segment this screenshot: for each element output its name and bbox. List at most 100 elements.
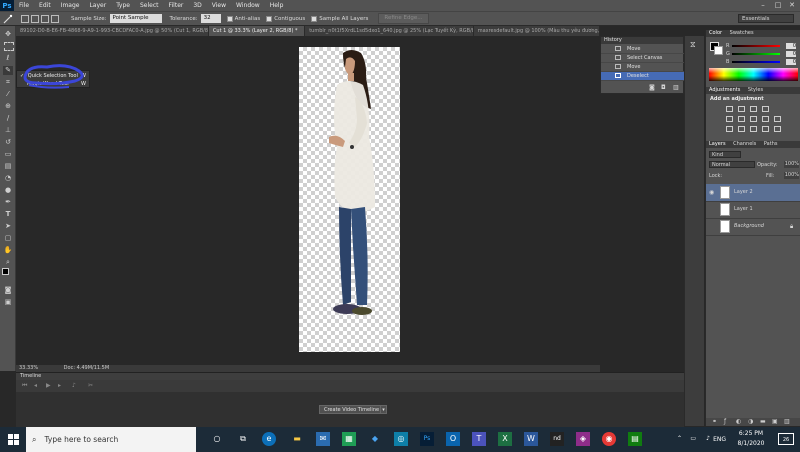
split-icon[interactable]: ✂ bbox=[88, 382, 93, 389]
history-item[interactable]: Move bbox=[601, 45, 685, 54]
green-app-icon[interactable]: ▤ bbox=[628, 432, 642, 446]
history-item-selected[interactable]: Deselect bbox=[601, 72, 685, 81]
layer-name[interactable]: Layer 2 bbox=[734, 184, 753, 201]
black-white-adjustment-icon[interactable] bbox=[762, 116, 769, 122]
folder-icon[interactable]: ▬ bbox=[760, 418, 766, 425]
nd-app-icon[interactable]: nd bbox=[550, 432, 564, 446]
tab-swatches[interactable]: Swatches bbox=[730, 30, 754, 36]
green-value[interactable]: 0 bbox=[786, 51, 796, 57]
color-spectrum-ramp[interactable] bbox=[709, 68, 798, 81]
next-frame-icon[interactable]: ▸ bbox=[58, 382, 61, 389]
word-icon[interactable]: W bbox=[524, 432, 538, 446]
taskbar-search-box[interactable]: ⌕ Type here to search bbox=[26, 427, 196, 452]
levels-adjustment-icon[interactable] bbox=[738, 106, 745, 112]
file-explorer-icon[interactable]: ▬ bbox=[290, 432, 304, 446]
camera-icon[interactable]: ◘ bbox=[661, 84, 666, 91]
history-title[interactable]: History bbox=[601, 37, 683, 44]
workspace-select[interactable]: Essentials bbox=[738, 14, 794, 23]
layer-row[interactable]: Layer 1 bbox=[706, 201, 800, 219]
snipping-app-icon[interactable]: ◎ bbox=[394, 432, 408, 446]
curves-adjustment-icon[interactable] bbox=[750, 106, 757, 112]
vibrance-adjustment-icon[interactable] bbox=[726, 116, 733, 122]
blur-tool-icon[interactable]: ◔ bbox=[3, 174, 13, 183]
mail-app-icon[interactable]: ✉ bbox=[316, 432, 330, 446]
layer-name[interactable]: Background bbox=[734, 218, 764, 235]
menu-3d[interactable]: 3D bbox=[188, 2, 206, 9]
layer-filter-select[interactable]: Kind bbox=[709, 151, 741, 158]
history-item[interactable]: Select Canvas bbox=[601, 54, 685, 63]
marquee-tool-icon[interactable] bbox=[4, 42, 14, 51]
notification-badge[interactable]: 26 bbox=[778, 433, 794, 445]
eyedropper-tool-icon[interactable]: ⁄ bbox=[3, 90, 13, 99]
sample-size-select[interactable]: Point Sample bbox=[109, 14, 162, 23]
hue-saturation-adjustment-icon[interactable] bbox=[738, 116, 745, 122]
tolerance-input[interactable]: 32 bbox=[200, 14, 221, 23]
tab-color[interactable]: Color bbox=[709, 30, 722, 36]
refine-edge-button[interactable]: Refine Edge... bbox=[378, 13, 429, 24]
move-tool-icon[interactable]: ✥ bbox=[3, 30, 13, 39]
layer-row[interactable]: Background 🔒︎ bbox=[706, 218, 800, 236]
opacity-input[interactable]: 100% bbox=[784, 161, 799, 168]
menu-help[interactable]: Help bbox=[265, 2, 289, 9]
blue-value[interactable]: 0 bbox=[786, 59, 796, 65]
menu-view[interactable]: View bbox=[207, 2, 231, 9]
path-selection-icon[interactable]: ➤ bbox=[3, 222, 13, 231]
show-hidden-icons-icon[interactable]: ⌃ bbox=[677, 435, 682, 442]
screen-mode-icon[interactable]: ▣ bbox=[3, 298, 13, 307]
type-tool-icon[interactable]: T bbox=[3, 210, 13, 219]
cortana-icon[interactable]: ○ bbox=[210, 432, 224, 446]
tab-styles[interactable]: Styles bbox=[748, 87, 763, 93]
quick-mask-icon[interactable]: ◙ bbox=[3, 286, 13, 295]
pen-tool-icon[interactable]: ✒ bbox=[3, 198, 13, 207]
eraser-tool-icon[interactable]: ▭ bbox=[3, 150, 13, 159]
snapshot-icon[interactable]: ◙ bbox=[649, 84, 655, 91]
red-value[interactable]: 0 bbox=[786, 43, 796, 49]
gradient-map-adjustment-icon[interactable] bbox=[762, 126, 769, 132]
history-item[interactable]: Move bbox=[601, 63, 685, 72]
intersect-selection-icon[interactable] bbox=[51, 14, 59, 23]
audio-icon[interactable]: ♪ bbox=[72, 382, 76, 389]
gradient-tool-icon[interactable]: ▤ bbox=[3, 162, 13, 171]
menu-select[interactable]: Select bbox=[135, 2, 164, 9]
foreground-color-swatch[interactable] bbox=[2, 268, 9, 275]
invert-adjustment-icon[interactable] bbox=[726, 126, 733, 132]
sample-all-layers-checkbox[interactable] bbox=[311, 15, 318, 22]
purple-app-icon[interactable]: ◈ bbox=[576, 432, 590, 446]
contiguous-checkbox[interactable] bbox=[266, 15, 273, 22]
lasso-tool-icon[interactable]: ℓ bbox=[3, 54, 13, 63]
brush-tool-icon[interactable]: / bbox=[3, 114, 13, 123]
adjustment-layer-icon[interactable]: ◑ bbox=[748, 418, 753, 425]
edge-browser-icon[interactable]: e bbox=[262, 432, 276, 446]
maximize-button[interactable]: □ bbox=[771, 0, 785, 11]
photoshop-taskbar-icon[interactable]: Ps bbox=[420, 432, 434, 446]
layer-row[interactable]: ◉ Layer 2 bbox=[706, 184, 800, 202]
network-icon[interactable]: ▭ bbox=[690, 435, 696, 442]
add-selection-icon[interactable] bbox=[31, 14, 39, 23]
tab-document-2[interactable]: Cut 1 @ 33.3% (Layer 2, RGB/8) * bbox=[208, 26, 306, 36]
chrome-icon[interactable]: ◉ bbox=[602, 432, 616, 446]
subtract-selection-icon[interactable] bbox=[41, 14, 49, 23]
language-indicator[interactable]: ENG bbox=[713, 436, 726, 443]
eye-icon[interactable]: ◉ bbox=[709, 184, 714, 201]
clock-time[interactable]: 6:25 PM bbox=[734, 430, 768, 437]
menu-image[interactable]: Image bbox=[56, 2, 85, 9]
tab-layers[interactable]: Layers bbox=[709, 141, 726, 147]
outlook-icon[interactable]: O bbox=[446, 432, 460, 446]
dodge-tool-icon[interactable]: ● bbox=[3, 186, 13, 195]
tab-document-4[interactable]: maxresdefault.jpg @ 100% (Màu thu yêu đư… bbox=[474, 26, 600, 36]
new-selection-icon[interactable] bbox=[21, 14, 29, 23]
posterize-adjustment-icon[interactable] bbox=[738, 126, 745, 132]
tab-document-1[interactable]: 89102-D0-B-E6-FB-4868-9-A9-1-993-CBCDFAC… bbox=[16, 26, 209, 36]
trash-icon[interactable]: ▥ bbox=[673, 84, 679, 91]
history-panel-icon[interactable]: ⧖ bbox=[690, 40, 696, 50]
fx-icon[interactable]: ƒ bbox=[724, 418, 726, 425]
previous-frame-icon[interactable]: ◂ bbox=[34, 382, 37, 389]
fill-input[interactable]: 100% bbox=[784, 172, 799, 179]
threshold-adjustment-icon[interactable] bbox=[750, 126, 757, 132]
healing-brush-icon[interactable]: ⊕ bbox=[3, 102, 13, 111]
blend-mode-select[interactable]: Normal bbox=[709, 161, 755, 168]
clock-date[interactable]: 8/1/2020 bbox=[734, 440, 768, 447]
create-video-timeline-button[interactable]: Create Video Timeline bbox=[319, 405, 385, 414]
tab-document-3[interactable]: tumblr_n0t1f5XrdL1sd5dxo1_640.jpg @ 25% … bbox=[305, 26, 474, 36]
menu-layer[interactable]: Layer bbox=[84, 2, 111, 9]
